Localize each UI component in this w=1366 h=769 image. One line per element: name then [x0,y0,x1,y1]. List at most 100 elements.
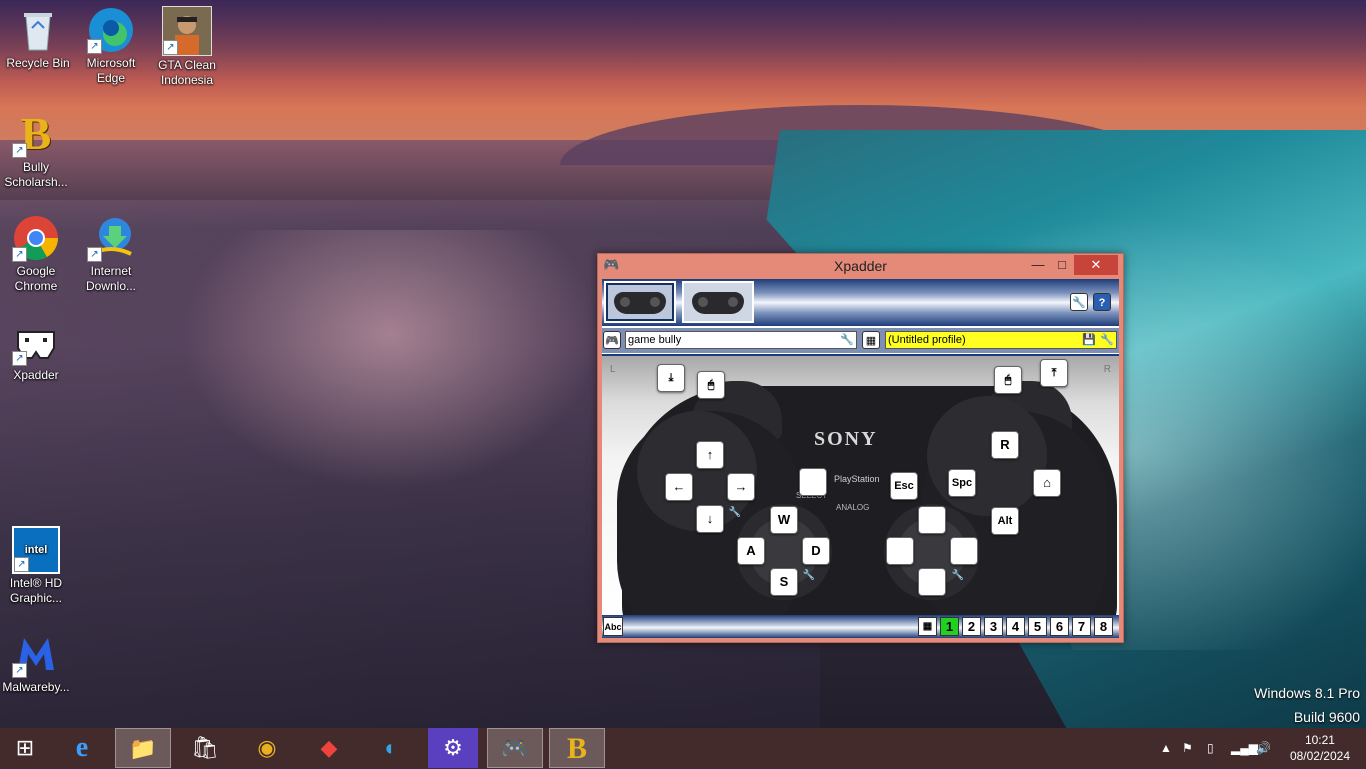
chrome-icon: ◉ [257,735,277,760]
wrench-icon[interactable]: 🔧 [728,506,742,520]
set-button-4[interactable]: 4 [1006,617,1025,636]
network-button[interactable]: ▂▄▆ [1231,728,1258,768]
taskbar-xpadder[interactable]: 🎮 [487,728,543,768]
desktop-icon-label: Recycle Bin [6,56,70,70]
layout-name-field[interactable]: game bully 🔧 [625,331,857,349]
layout-name-text: game bully [628,334,682,346]
wrench-icon[interactable]: 🔧 [840,332,854,348]
save-icon[interactable]: 💾 [1082,332,1096,348]
set-button-8[interactable]: 8 [1094,617,1113,636]
taskbar-edge[interactable]: ◐ [363,728,419,768]
controller-tab-2[interactable] [682,281,754,323]
desktop-icon-gta[interactable]: ↗ GTA Clean Indonesia [149,6,225,88]
taskbar-internet-explorer[interactable]: e [54,728,110,768]
taskbar-chrome[interactable]: ◉ [239,728,295,768]
wrench-icon[interactable]: 🔧 [1100,332,1114,348]
settings-wrench-button[interactable]: 🔧 [1070,293,1088,311]
profile-name-field[interactable]: (Untitled profile) 💾 🔧 [885,331,1117,349]
help-icon: ? [1098,297,1106,309]
controller-stage: L R SONY PlayStation SELECT ANALOG ⤓ 🖱 🖱… [602,354,1119,617]
r1-mouse-button[interactable]: 🖱 [994,366,1022,394]
set-button-1[interactable]: 1 [940,617,959,636]
taskbar-anydesk[interactable]: ◆ [301,728,357,768]
set-button-3[interactable]: 3 [984,617,1003,636]
left-stick-right-button[interactable]: D [802,537,830,565]
desktop-icon-xpadder[interactable]: ↗ Xpadder [0,318,74,383]
start-button[interactable]: ⊞ [0,728,50,768]
right-stick-down-button[interactable] [918,568,946,596]
xpadder-icon: 🎮 [501,736,529,761]
xpadder-window[interactable]: 🎮 Xpadder — □ ✕ 🔧 ? 🎮 game bully 🔧 ▦ (Un… [597,253,1124,643]
gta-icon: ↗ [162,6,212,56]
arrow-up-bar-icon: ⤒ [1051,367,1057,379]
profile-list-button[interactable]: ▦ [862,331,880,349]
controller-layout-button[interactable]: 🎮 [603,331,621,349]
right-stick-left-button[interactable] [886,537,914,565]
clock[interactable]: 10:21 08/02/2024 [1290,732,1350,764]
volume-button[interactable]: 🔊 [1256,728,1271,768]
sony-logo: SONY [814,428,878,450]
recycle-bin-icon [14,6,62,54]
desktop-icon-label: Microsoft Edge [86,56,136,85]
action-center-button[interactable]: ⚑ [1182,728,1193,768]
wrench-icon[interactable]: 🔧 [951,569,965,583]
l2-key-button[interactable]: ⤓ [657,364,685,392]
desktop-icon-malwarebytes[interactable]: ↗ Malwareby... [0,630,74,695]
sets-grid-button[interactable]: ▦ [918,617,937,636]
set-button-2[interactable]: 2 [962,617,981,636]
select-button[interactable] [799,468,827,496]
set-button-5[interactable]: 5 [1028,617,1047,636]
desktop-icon-bully[interactable]: B ↗ Bully Scholarsh... [0,110,74,190]
left-stick-left-button[interactable]: A [737,537,765,565]
xpadder-icon: ↗ [12,318,60,366]
start-button[interactable]: Esc [890,472,918,500]
windows-build-watermark: Build 9600 [1293,709,1360,725]
speaker-icon: 🔊 [1256,741,1271,755]
battery-button[interactable]: ▯ [1207,728,1214,768]
left-shoulder-label: L [610,364,616,375]
close-button[interactable]: ✕ [1074,255,1118,275]
desktop-icon-edge[interactable]: ↗ Microsoft Edge [73,6,149,86]
window-titlebar[interactable]: 🎮 Xpadder — □ ✕ [598,254,1123,278]
left-stick-down-button[interactable]: S [770,568,798,596]
right-stick-up-button[interactable] [918,506,946,534]
set-button-6[interactable]: 6 [1050,617,1069,636]
dpad-up-button[interactable]: ↑ [696,441,724,469]
circle-button[interactable]: ⌂ [1033,469,1061,497]
help-button[interactable]: ? [1093,293,1111,311]
desktop-icon-label: Internet Downlo... [85,264,137,293]
taskbar-store[interactable]: 🛍 [177,728,233,768]
cross-button[interactable]: Alt [991,507,1019,535]
desktop-icon-label: Malwareby... [2,680,70,694]
clock-time: 10:21 [1304,733,1335,747]
text-button[interactable]: Abc [603,617,623,636]
wrench-icon[interactable]: 🔧 [802,569,816,583]
store-icon: 🛍 [191,735,219,760]
taskbar-bully[interactable]: B [549,728,605,768]
set-button-7[interactable]: 7 [1072,617,1091,636]
square-button[interactable]: Spc [948,469,976,497]
dpad-right-button[interactable]: → [727,473,755,501]
show-hidden-icons-button[interactable]: ▲ [1160,728,1172,768]
taskbar-settings[interactable]: ⚙ [428,728,478,768]
controller-tab-1[interactable] [604,281,676,323]
dpad-left-button[interactable]: ← [665,473,693,501]
right-stick-right-button[interactable] [950,537,978,565]
l1-mouse-button[interactable]: 🖱 [697,371,725,399]
shortcut-arrow-icon: ↗ [163,40,178,55]
dpad-down-button[interactable]: ↓ [696,505,724,533]
maximize-button[interactable]: □ [1052,255,1072,275]
gear-icon: ⚙ [443,735,463,760]
flag-icon: ⚑ [1182,741,1193,755]
desktop-icon-intel[interactable]: intel ↗ Intel® HD Graphic... [0,526,74,606]
left-stick-up-button[interactable]: W [770,506,798,534]
desktop-icon-chrome[interactable]: ↗ Google Chrome [0,214,74,294]
r2-key-button[interactable]: ⤒ [1040,359,1068,387]
desktop-icon-idm[interactable]: ↗ Internet Downlo... [73,214,149,294]
taskbar-file-explorer[interactable]: 📁 [115,728,171,768]
desktop-icon-recycle-bin[interactable]: Recycle Bin [0,6,76,71]
shortcut-arrow-icon: ↗ [12,143,27,158]
profile-name-text: (Untitled profile) [888,334,966,346]
triangle-button[interactable]: R [991,431,1019,459]
minimize-button[interactable]: — [1028,255,1048,275]
